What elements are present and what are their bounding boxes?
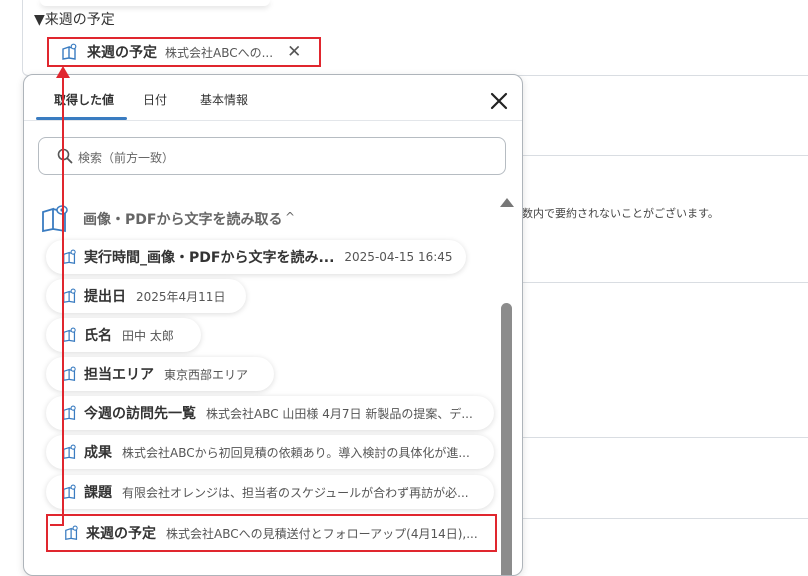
form-divider: [520, 282, 808, 283]
form-divider: [520, 518, 808, 519]
form-note-text: 数内で要約されないことがございます。: [522, 207, 719, 220]
value-picker-panel: 取得した値 日付 基本情報 検索（前方一致） 画像・PDFから文字を読み取る ^…: [23, 74, 523, 576]
variable-icon: [63, 327, 76, 342]
search-placeholder: 検索（前方一致）: [78, 151, 175, 165]
close-icon[interactable]: [487, 89, 511, 113]
item-label: 担当エリア: [84, 367, 154, 383]
annotation-arrow-head-icon: [56, 66, 70, 78]
tab-basic-info[interactable]: 基本情報: [200, 91, 248, 108]
form-divider: [520, 437, 808, 438]
variable-icon: [63, 366, 76, 381]
item-value: 東京西部エリア: [164, 367, 249, 382]
item-label: 提出日: [84, 289, 126, 305]
annotation-arrow-base: [50, 524, 64, 526]
variable-icon: [65, 525, 78, 540]
annotation-arrow: [62, 74, 64, 526]
collapse-chevron-icon[interactable]: ^: [285, 210, 295, 224]
item-value: 2025年4月11日: [136, 289, 226, 304]
item-value: 株式会社ABCから初回見積の依頼あり。導入検討の具体化が進...: [122, 445, 470, 460]
item-value: 株式会社ABCへの見積送付とフォローアップ(4月14日),...: [166, 526, 478, 541]
list-item-issues[interactable]: 課題 有限会社オレンジは、担当者のスケジュールが合わず再訪が必...: [46, 475, 494, 509]
remove-chip-icon[interactable]: ✕: [287, 42, 301, 62]
tab-date[interactable]: 日付: [143, 91, 167, 108]
ocr-book-icon: [42, 205, 68, 233]
scrollbar-thumb[interactable]: [501, 303, 512, 575]
chip-title: 来週の予定: [87, 45, 157, 61]
item-value: 有限会社オレンジは、担当者のスケジュールが合わず再訪が必...: [122, 485, 469, 500]
variable-icon: [63, 405, 76, 420]
variable-icon: [63, 249, 76, 264]
item-label: 氏名: [84, 328, 112, 344]
list-item-results[interactable]: 成果 株式会社ABCから初回見積の依頼あり。導入検討の具体化が進...: [46, 435, 494, 469]
chip-value: 株式会社ABCへの...: [165, 45, 274, 60]
list-item-area[interactable]: 担当エリア 東京西部エリア: [46, 357, 274, 391]
selected-value-chip[interactable]: 来週の予定 株式会社ABCへの... ✕: [47, 37, 321, 67]
variable-icon: [63, 484, 76, 499]
dropdown-shadow: [40, 0, 270, 6]
item-label: 成果: [84, 445, 112, 461]
tab-divider: [24, 120, 522, 121]
list-item-exec-time[interactable]: 実行時間_画像・PDFから文字を読み... 2025-04-15 16:45: [46, 240, 466, 274]
search-input[interactable]: 検索（前方一致）: [38, 137, 506, 175]
item-value: 株式会社ABC 山田様 4月7日 新製品の提案、デ...: [206, 406, 473, 421]
item-value: 田中 太郎: [122, 328, 174, 343]
scroll-up-arrow-icon[interactable]: [500, 198, 514, 207]
search-icon: [57, 148, 73, 164]
variable-icon: [62, 43, 77, 60]
variable-icon: [63, 444, 76, 459]
item-label: 実行時間_画像・PDFから文字を読み...: [84, 250, 335, 266]
list-item-visits[interactable]: 今週の訪問先一覧 株式会社ABC 山田様 4月7日 新製品の提案、デ...: [46, 396, 494, 430]
variable-icon: [63, 288, 76, 303]
item-value: 2025-04-15 16:45: [344, 250, 453, 264]
group-title[interactable]: 画像・PDFから文字を読み取る: [83, 209, 282, 229]
form-divider: [520, 155, 808, 156]
list-item-submit-date[interactable]: 提出日 2025年4月11日: [46, 279, 246, 313]
item-label: 今週の訪問先一覧: [84, 406, 196, 422]
item-label: 課題: [84, 485, 112, 501]
list-item-name[interactable]: 氏名 田中 太郎: [46, 318, 201, 352]
list-item-next-week-plan[interactable]: 来週の予定 株式会社ABCへの見積送付とフォローアップ(4月14日),...: [46, 514, 497, 552]
section-label: ▼来週の予定: [34, 12, 115, 28]
item-label: 来週の予定: [86, 526, 156, 542]
